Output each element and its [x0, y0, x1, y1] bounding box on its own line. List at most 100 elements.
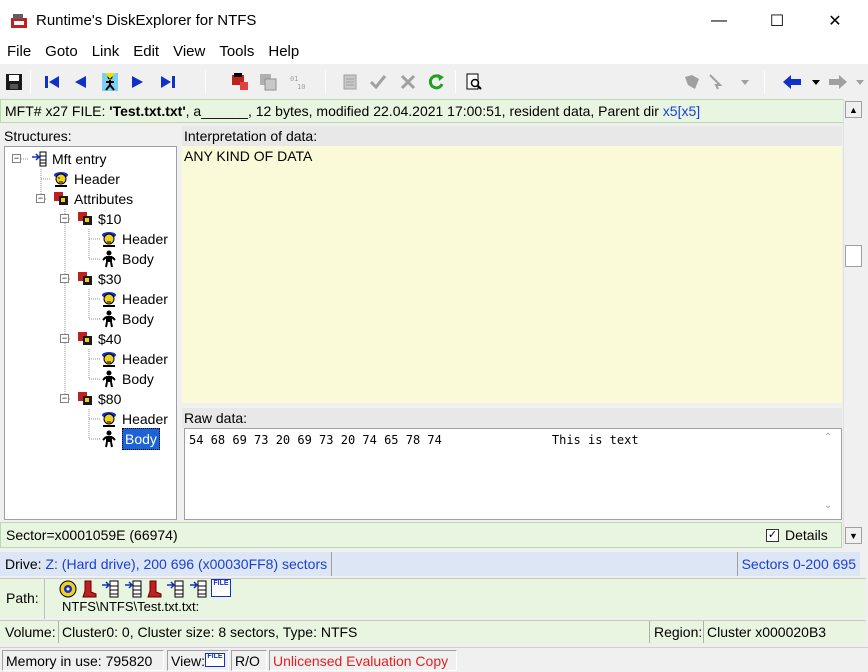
- sector-value: Sector=x0001059E (66974): [6, 527, 178, 543]
- raw-data-view[interactable]: 54 68 69 73 20 69 73 20 74 65 78 74 This …: [184, 428, 842, 520]
- volume-bar: Volume: Cluster0: 0, Cluster size: 8 sec…: [0, 620, 866, 662]
- first-icon[interactable]: [40, 70, 64, 94]
- disk-icon[interactable]: [58, 579, 78, 599]
- tree-item-body[interactable]: Body: [99, 369, 154, 389]
- tree-item-header[interactable]: Header: [51, 169, 120, 189]
- save-icon[interactable]: [2, 70, 26, 94]
- mft-info-details: , a______, 12 bytes, modified 22.04.2021…: [185, 103, 663, 119]
- tree-item-attributes[interactable]: Attributes: [51, 189, 133, 209]
- collapse-30-icon[interactable]: −: [60, 274, 69, 283]
- mft-entry-icon[interactable]: [188, 579, 208, 599]
- path-icons: FILE: [58, 579, 231, 599]
- minimize-button[interactable]: —: [690, 0, 748, 42]
- pointer-icon[interactable]: [706, 70, 730, 94]
- header-person-icon: [99, 410, 119, 428]
- collapse-10-icon[interactable]: −: [60, 214, 69, 223]
- mft-entry-icon[interactable]: [165, 579, 185, 599]
- collapse-attributes-icon[interactable]: −: [36, 194, 45, 203]
- raw-scrollbar[interactable]: ⌃ ⌄: [822, 430, 840, 518]
- boot-icon[interactable]: [81, 579, 97, 599]
- tree-item-mft-entry[interactable]: Mft entry: [29, 149, 106, 169]
- tree-item-body-selected[interactable]: Body: [99, 428, 160, 450]
- tree-item-attr-80[interactable]: $80: [75, 389, 121, 409]
- checkbox-icon[interactable]: ✓: [766, 528, 779, 542]
- tree-item-body[interactable]: Body: [99, 309, 154, 329]
- tree-item-label: Header: [74, 171, 120, 187]
- mft-entry-icon[interactable]: [100, 579, 120, 599]
- forward-icon[interactable]: [826, 70, 850, 94]
- tree-item-header[interactable]: Header: [99, 289, 168, 309]
- mark-icon[interactable]: [228, 70, 252, 94]
- scroll-thumb[interactable]: [845, 245, 862, 267]
- tree-item-header[interactable]: Header: [99, 409, 168, 429]
- volume-label: Volume:: [5, 624, 56, 640]
- next-icon[interactable]: [126, 70, 150, 94]
- goto-icon[interactable]: [98, 70, 122, 94]
- drive-info[interactable]: Drive: Z: (Hard drive), 200 696 (x00030F…: [0, 552, 333, 576]
- title-bar: Runtime's DiskExplorer for NTFS — ☐ ✕: [0, 0, 868, 42]
- attributes-icon: [51, 190, 71, 208]
- maximize-button[interactable]: ☐: [748, 0, 806, 42]
- prev-icon[interactable]: [68, 70, 92, 94]
- header-person-icon: [99, 350, 119, 368]
- scroll-up-icon[interactable]: ▲: [845, 101, 862, 118]
- tree-item-attr-10[interactable]: $10: [75, 209, 121, 229]
- compare-icon[interactable]: 01 10: [286, 70, 310, 94]
- collapse-80-icon[interactable]: −: [60, 394, 69, 403]
- raw-scroll-down-icon[interactable]: ⌄: [824, 500, 832, 511]
- menu-link[interactable]: Link: [85, 42, 127, 64]
- collapse-mft-icon[interactable]: −: [12, 154, 21, 163]
- details-checkbox[interactable]: ✓ Details: [766, 527, 828, 543]
- tree-item-header[interactable]: Header: [99, 349, 168, 369]
- menu-tools[interactable]: Tools: [212, 42, 261, 64]
- paste-icon[interactable]: [338, 70, 362, 94]
- main-scrollbar[interactable]: ▲ ▼: [843, 99, 862, 547]
- file-icon[interactable]: FILE: [211, 579, 231, 597]
- refresh-icon[interactable]: [424, 70, 448, 94]
- tree-item-label: Header: [122, 231, 168, 247]
- region-label: Region:: [654, 624, 703, 640]
- path-bar: Path: FILE NTFS\NTFS\Test.txt.txt:: [0, 578, 866, 619]
- find-icon[interactable]: [462, 70, 486, 94]
- attribute-icon: [75, 210, 95, 228]
- parent-dir-link[interactable]: x5[x5]: [663, 103, 700, 119]
- tree-item-body[interactable]: Body: [99, 249, 154, 269]
- drive-letter: Z:: [45, 556, 58, 572]
- forward-dropdown-icon[interactable]: [848, 70, 868, 94]
- volume-info: Cluster0: 0, Cluster size: 8 sectors, Ty…: [62, 624, 358, 640]
- tree-item-header[interactable]: Header: [99, 229, 168, 249]
- structure-tree[interactable]: − − − − − − Mft entry Header Attributes …: [4, 146, 177, 520]
- raw-scroll-up-icon[interactable]: ⌃: [824, 432, 832, 443]
- view-status[interactable]: View: FILE: [167, 650, 229, 671]
- menu-file[interactable]: File: [0, 42, 38, 64]
- drive-details: (Hard drive), 200 696 (x00030FF8) sector…: [61, 556, 328, 572]
- close-button[interactable]: ✕: [806, 0, 864, 42]
- sectors-range[interactable]: Sectors 0-200 695: [736, 552, 860, 576]
- copy-icon[interactable]: [256, 70, 280, 94]
- tree-item-label: Attributes: [74, 191, 134, 207]
- tree-item-attr-40[interactable]: $40: [75, 329, 121, 349]
- menu-bar: File Goto Link Edit View Tools Help: [0, 42, 868, 64]
- collapse-40-icon[interactable]: −: [60, 334, 69, 343]
- memory-status: Memory in use: 795820: [2, 650, 164, 671]
- tree-item-attr-30[interactable]: $30: [75, 269, 121, 289]
- raw-hex: 54 68 69 73 20 69 73 20 74 65 78 74: [189, 433, 442, 447]
- svg-text:10: 10: [297, 83, 305, 91]
- menu-help[interactable]: Help: [261, 42, 306, 64]
- pointer-dropdown-icon[interactable]: [733, 70, 757, 94]
- back-dropdown-icon[interactable]: [804, 70, 828, 94]
- menu-view[interactable]: View: [166, 42, 212, 64]
- mft-entry-icon[interactable]: [123, 579, 143, 599]
- menu-edit[interactable]: Edit: [126, 42, 166, 64]
- menu-goto[interactable]: Goto: [38, 42, 85, 64]
- last-icon[interactable]: [156, 70, 180, 94]
- check-icon[interactable]: [366, 70, 390, 94]
- scroll-down-icon[interactable]: ▼: [845, 527, 862, 544]
- boot-icon[interactable]: [146, 579, 162, 599]
- interpretation-content: ANY KIND OF DATA: [182, 146, 842, 403]
- bookmark-icon[interactable]: [680, 70, 704, 94]
- interpretation-header: Interpretation of data:: [182, 126, 842, 146]
- back-icon[interactable]: [780, 70, 804, 94]
- cross-icon[interactable]: [396, 70, 420, 94]
- app-icon: [10, 12, 28, 30]
